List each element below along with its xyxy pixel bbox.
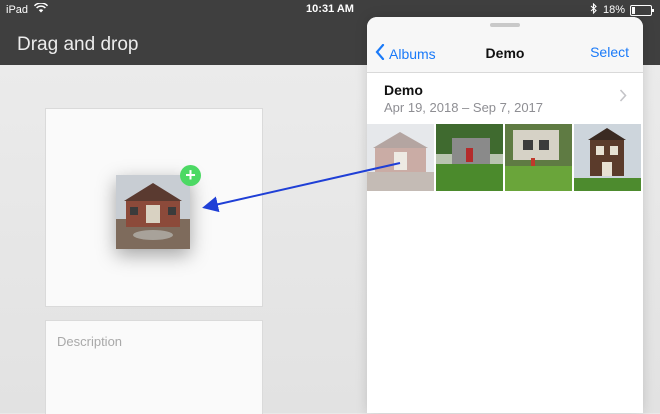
plus-icon: +	[180, 165, 201, 186]
page-title: Drag and drop	[17, 34, 139, 55]
photos-nav-bar: Albums Demo Select	[367, 17, 643, 73]
photo-thumbnail[interactable]	[436, 124, 503, 191]
grabber-handle[interactable]	[490, 23, 520, 27]
photo-thumbnail[interactable]	[574, 124, 641, 191]
photo-thumbnail[interactable]	[505, 124, 572, 191]
clock: 10:31 AM	[306, 3, 354, 15]
album-name: Demo	[384, 82, 423, 98]
battery-icon	[630, 4, 654, 16]
description-field[interactable]: Description	[45, 320, 263, 414]
photo-thumbnail[interactable]	[367, 124, 434, 191]
album-dates: Apr 19, 2018 – Sep 7, 2017	[384, 100, 544, 115]
photos-slide-over: Albums Demo Select Demo Apr 19, 2018 – S…	[367, 17, 643, 413]
select-button[interactable]: Select	[590, 44, 629, 60]
dragged-photo[interactable]	[116, 175, 190, 249]
album-header-row[interactable]: Demo Apr 19, 2018 – Sep 7, 2017	[367, 73, 643, 123]
description-placeholder: Description	[57, 334, 123, 349]
photo-grid	[367, 124, 641, 191]
bluetooth-icon	[590, 2, 598, 17]
battery-percent: 18%	[602, 4, 625, 16]
chevron-right-icon	[619, 89, 627, 107]
